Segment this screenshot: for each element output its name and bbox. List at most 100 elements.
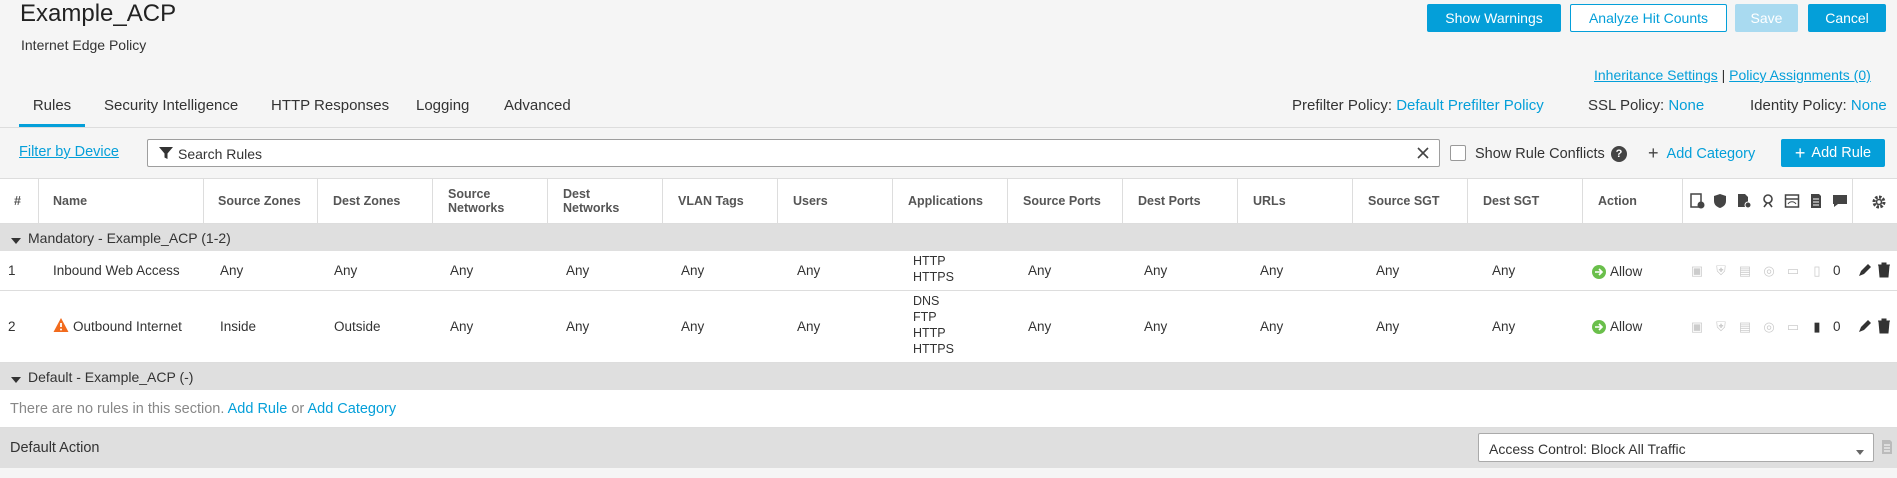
comment-count: 0 [1833, 263, 1841, 278]
edit-icon[interactable] [1857, 318, 1873, 334]
application: HTTPS [913, 342, 954, 356]
page-subtitle: Internet Edge Policy [21, 37, 147, 53]
variable-set-icon: ▭ [1786, 319, 1800, 334]
vlan-tags: Any [681, 319, 705, 334]
plus-icon: + [1648, 143, 1659, 163]
col-name: Name [53, 194, 88, 208]
col-action: Action [1598, 194, 1637, 208]
add-category-link[interactable]: Add Category [307, 401, 396, 417]
tab-logging[interactable]: Logging [416, 97, 469, 127]
shield-icon: ⛨ [1716, 319, 1726, 334]
col-dest-sgt: Dest SGT [1483, 194, 1540, 208]
col-divider [1467, 179, 1468, 225]
allow-icon [1592, 265, 1606, 279]
logging-icon[interactable] [1880, 439, 1894, 455]
save-button[interactable]: Save [1735, 4, 1798, 32]
inheritance-settings-link[interactable]: Inheritance Settings [1594, 67, 1718, 83]
clear-search-icon[interactable] [1415, 145, 1431, 161]
delete-icon[interactable] [1877, 318, 1891, 334]
col-dest-networks: Dest Networks [563, 187, 620, 215]
section-title: Mandatory - Example_ACP (1-2) [28, 229, 231, 246]
col-divider [547, 179, 548, 225]
variable-set-icon [1783, 193, 1801, 211]
col-divider [777, 179, 778, 225]
header-links: Inheritance Settings | Policy Assignment… [1594, 67, 1871, 83]
source-zones: Inside [220, 319, 257, 334]
source-zones: Any [220, 263, 244, 278]
filter-by-device-link[interactable]: Filter by Device [19, 144, 119, 160]
col-divider [1582, 179, 1583, 225]
search-input[interactable]: Search Rules [178, 146, 262, 162]
application: HTTPS [913, 270, 954, 284]
tab-advanced[interactable]: Advanced [504, 97, 571, 127]
chevron-down-icon [11, 372, 21, 383]
tab-http-responses[interactable]: HTTP Responses [271, 97, 389, 127]
identity-policy-link[interactable]: None [1851, 97, 1887, 114]
add-rule-button[interactable]: + Add Rule [1781, 139, 1885, 167]
col-users: Users [793, 194, 828, 208]
analyze-hit-counts-button[interactable]: Analyze Hit Counts [1570, 4, 1727, 32]
table-header: # Name Source Zones Dest Zones Source Ne… [0, 178, 1897, 225]
search-rules-box[interactable]: Search Rules [147, 139, 1440, 167]
col-dest-zones: Dest Zones [333, 194, 401, 208]
dest-ports: Any [1144, 263, 1168, 278]
shield-icon [1711, 193, 1729, 211]
add-category-label: Add Category [1666, 146, 1756, 162]
empty-section-row: There are no rules in this section. Add … [0, 390, 1897, 428]
ssl-policy-link[interactable]: None [1668, 97, 1704, 114]
section-mandatory[interactable]: Mandatory - Example_ACP (1-2) [0, 224, 1897, 251]
file-policy-icon [1735, 193, 1753, 211]
show-rule-conflicts-checkbox[interactable] [1450, 145, 1466, 161]
edit-icon[interactable] [1857, 262, 1873, 278]
policy-links: Prefilter Policy: Default Prefilter Poli… [1292, 97, 1544, 114]
table-row[interactable]: 1 Inbound Web Access Any Any Any Any Any… [0, 251, 1897, 291]
dest-zones: Outside [334, 319, 381, 334]
default-action-value: Access Control: Block All Traffic [1489, 441, 1686, 457]
page-title: Example_ACP [20, 0, 177, 27]
comment-icon [1831, 193, 1849, 211]
identity-policy: Identity Policy: None [1750, 97, 1887, 114]
show-warnings-button[interactable]: Show Warnings [1427, 4, 1561, 32]
col-divider [1007, 179, 1008, 225]
application: HTTP [913, 254, 946, 268]
col-urls: URLs [1253, 194, 1286, 208]
col-divider [1237, 179, 1238, 225]
users: Any [797, 263, 821, 278]
security-intelligence-icon: ◎ [1763, 263, 1775, 278]
identity-label: Identity Policy: [1750, 97, 1847, 114]
col-divider [662, 179, 663, 225]
dest-zones: Any [334, 263, 358, 278]
dest-sgt: Any [1492, 263, 1516, 278]
logging-icon: ▯ [1813, 263, 1821, 278]
table-row[interactable]: 2 Outbound Internet Inside Outside Any A… [0, 291, 1897, 363]
plus-icon: + [1794, 142, 1806, 163]
policy-assignments-link[interactable]: Policy Assignments (0) [1729, 67, 1871, 83]
prefilter-label: Prefilter Policy: [1292, 97, 1393, 114]
action-value: Allow [1610, 319, 1643, 334]
rule-name: Outbound Internet [73, 319, 182, 334]
delete-icon[interactable] [1877, 262, 1891, 278]
col-divider [203, 179, 204, 225]
add-rule-link[interactable]: Add Rule [228, 401, 288, 417]
default-action-select[interactable]: Access Control: Block All Traffic [1478, 433, 1874, 462]
security-intelligence-icon: ◎ [1763, 319, 1775, 334]
section-default[interactable]: Default - Example_ACP (-) [0, 363, 1897, 390]
source-networks: Any [450, 263, 474, 278]
tab-rules[interactable]: Rules [19, 97, 85, 127]
empty-section-text: There are no rules in this section. Add … [10, 401, 397, 417]
prefilter-policy-link[interactable]: Default Prefilter Policy [1396, 97, 1544, 114]
cancel-button[interactable]: Cancel [1808, 4, 1886, 32]
tab-security-intelligence[interactable]: Security Intelligence [104, 97, 238, 127]
section-title: Default - Example_ACP (-) [28, 368, 194, 385]
ssl-label: SSL Policy: [1588, 97, 1665, 114]
help-icon[interactable]: ? [1611, 146, 1627, 162]
add-category-button[interactable]: + Add Category [1648, 143, 1755, 164]
users: Any [797, 319, 821, 334]
file-policy-icon: ▤ [1738, 263, 1752, 278]
intrusion-policy-icon [1688, 193, 1706, 211]
source-sgt: Any [1376, 319, 1400, 334]
gear-icon[interactable] [1870, 193, 1888, 211]
col-vlan-tags: VLAN Tags [678, 194, 744, 208]
urls: Any [1260, 319, 1284, 334]
col-divider [317, 179, 318, 225]
